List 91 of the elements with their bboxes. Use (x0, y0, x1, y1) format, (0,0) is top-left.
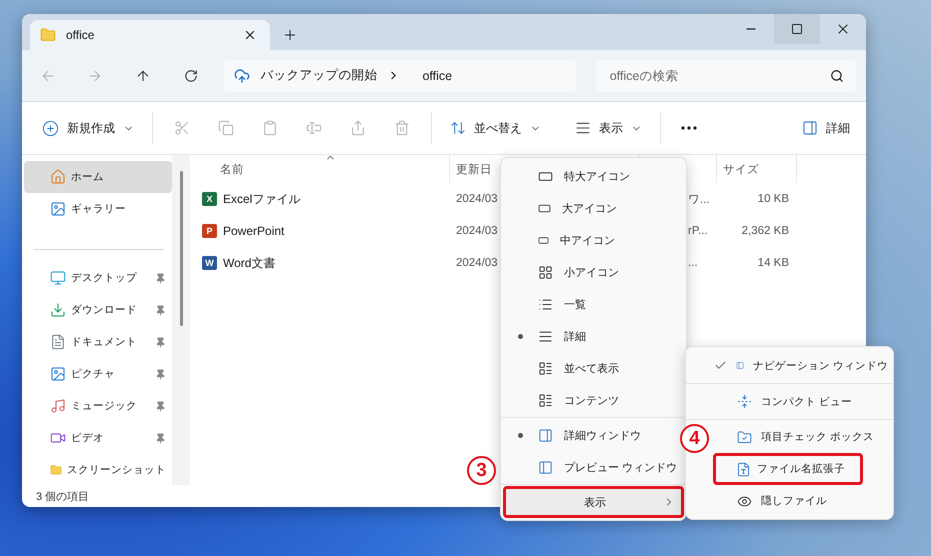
scrollbar-thumb[interactable] (180, 171, 182, 326)
size-cell: 10 KB (758, 193, 789, 205)
refresh-icon (184, 68, 198, 82)
tab-title: office (66, 28, 96, 42)
tiles-icon (538, 360, 553, 376)
compact-icon (737, 394, 752, 409)
sort-icon (450, 120, 466, 136)
menu-item[interactable]: 中アイコン (503, 224, 684, 256)
sidebar-item[interactable]: ギャラリー (24, 193, 172, 225)
folder-icon (40, 27, 56, 43)
date-cell: 2024/03 (456, 225, 498, 237)
trash-icon (394, 120, 410, 136)
maximize-button[interactable] (774, 14, 820, 44)
breadcrumb[interactable]: バックアップの開始 (260, 67, 378, 84)
right-panel-icon (802, 120, 818, 136)
grid-icon (538, 264, 553, 280)
paste-icon (262, 120, 278, 136)
more-icon (681, 126, 697, 130)
panel-icon (538, 460, 553, 474)
date-cell: 2024/03 (456, 193, 498, 205)
rename-icon (306, 120, 322, 136)
new-button[interactable]: 新規作成 (38, 116, 138, 140)
breadcrumb[interactable]: office (422, 68, 452, 82)
file-name[interactable]: Excelファイル (223, 190, 300, 208)
search-field[interactable]: officeの検索 (596, 60, 856, 92)
table-cell: rP... (688, 225, 708, 237)
tiles-icon (538, 392, 553, 408)
file-type-icon: W (202, 256, 217, 270)
file-name[interactable]: Word文書 (223, 254, 276, 272)
menu-item[interactable]: 一覧 (503, 288, 684, 320)
date-cell: 2024/03 (456, 257, 498, 269)
menu-item[interactable]: 詳細 (503, 320, 684, 352)
maximize-icon (791, 23, 803, 35)
cloud-icon (234, 68, 250, 84)
sort-button[interactable]: 並べ替え (446, 116, 545, 140)
lines-icon (575, 120, 591, 136)
plus-circle-icon (42, 120, 59, 136)
download-icon (50, 302, 66, 318)
table-cell-text: ワ... (688, 192, 710, 206)
menu-item[interactable]: 隠しファイル (711, 485, 891, 517)
menu-item[interactable]: コンパクト ビュー (711, 385, 891, 418)
picture-icon (50, 366, 66, 382)
picture-icon (50, 201, 66, 217)
menu-item[interactable]: ナビゲーション ウィンドウ (711, 349, 891, 382)
size-cell: 2,362 KB (742, 225, 789, 237)
window-tab[interactable]: office (30, 20, 270, 50)
file-type-icon: X (202, 192, 217, 206)
document-icon (50, 334, 66, 350)
music-note-icon (50, 398, 66, 414)
column-header[interactable]: サイズ (717, 155, 797, 183)
plus-icon (282, 27, 298, 43)
file-icon (736, 462, 751, 476)
menu-item[interactable]: 項目チェック ボックス (711, 421, 891, 453)
sidebar-item[interactable]: ドキュメント (24, 326, 170, 358)
search-icon (830, 68, 844, 82)
cut-icon (174, 120, 190, 136)
sidebar-item[interactable]: ピクチャ (24, 358, 170, 390)
menu-item[interactable]: ファイル名拡張子 (713, 453, 863, 485)
right-panel-icon (538, 428, 553, 442)
sidebar-item[interactable]: デスクトップ (24, 262, 170, 294)
eye-icon (737, 494, 752, 508)
menu-item[interactable]: 表示 (503, 486, 684, 518)
menu-item[interactable]: 特大アイコン (503, 160, 684, 192)
sidebar-item[interactable]: スクリーンショット (24, 454, 170, 486)
scrollbar[interactable] (172, 155, 190, 485)
menu-item[interactable]: プレビュー ウィンドウ (503, 451, 684, 483)
sidebar-item[interactable]: ミュージック (24, 390, 170, 422)
sidebar-item[interactable]: ビデオ (24, 422, 170, 454)
sidebar-item[interactable]: ダウンロード (24, 294, 170, 326)
lines-icon (538, 328, 553, 344)
close-icon (243, 28, 257, 42)
sidebar-item[interactable]: ホーム (24, 161, 172, 193)
share-icon (350, 120, 366, 136)
menu-item[interactable]: 大アイコン (503, 192, 684, 224)
column-header[interactable]: 名前 (190, 155, 450, 183)
home-icon (50, 169, 66, 185)
address-field[interactable]: バックアップの開始 office (224, 60, 576, 92)
menu-item[interactable]: 小アイコン (503, 256, 684, 288)
table-cell: ... (688, 257, 698, 269)
item-count: 3 個の項目 (36, 490, 90, 504)
view-button[interactable]: 表示 (571, 116, 646, 140)
copy-icon (218, 120, 234, 136)
menu-item[interactable]: 並べて表示 (503, 352, 684, 384)
details-button[interactable]: 詳細 (798, 116, 854, 140)
folder-check-icon (737, 430, 752, 444)
file-name[interactable]: PowerPoint (223, 224, 284, 238)
monitor-icon (50, 270, 66, 286)
size-cell: 14 KB (758, 257, 789, 269)
file-type-icon: P (202, 224, 217, 238)
small-square-icon (538, 234, 549, 246)
menu-item[interactable]: コンテンツ (503, 384, 684, 416)
